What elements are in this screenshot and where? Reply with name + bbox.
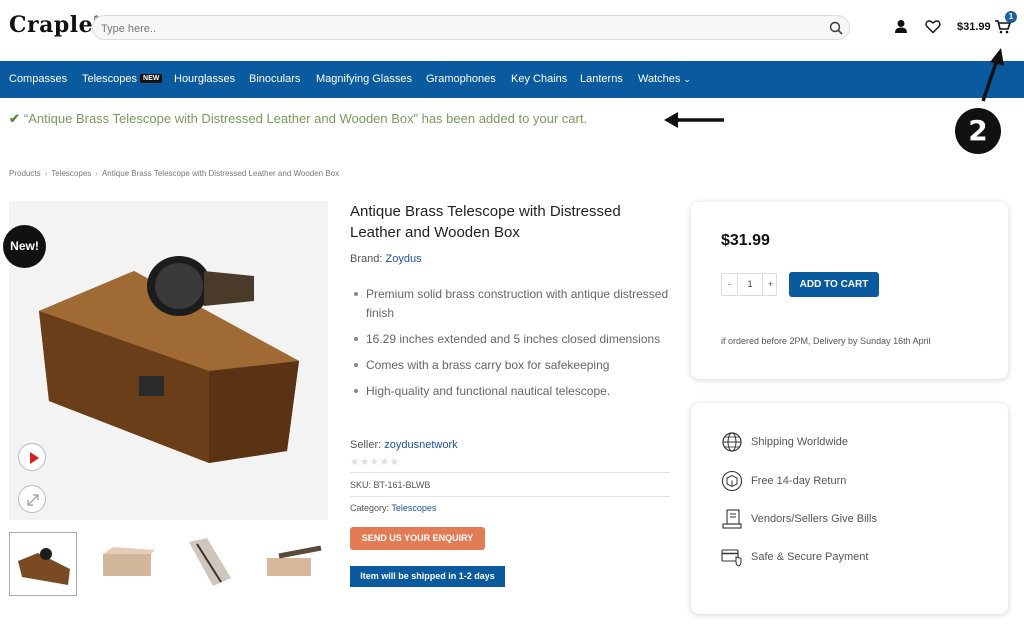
annotation-arrow-left [664, 112, 724, 128]
annotation-arrow-up [981, 48, 1004, 102]
nav-item-key-chains[interactable]: Key Chains [511, 73, 567, 85]
annotation-step-badge: 2 [955, 108, 1001, 154]
new-badge: NEW [140, 74, 163, 83]
product-seller: Seller: zoydusnetwork [350, 439, 458, 451]
product-main-image[interactable] [9, 201, 328, 520]
cart-total[interactable]: $31.99 [957, 21, 991, 33]
search-bar [92, 15, 850, 40]
category-link[interactable]: Telescopes [391, 503, 436, 513]
nav-item-compasses[interactable]: Compasses [9, 73, 67, 85]
breadcrumb-products[interactable]: Products [9, 169, 41, 178]
thumbnail-1[interactable] [9, 532, 77, 596]
return-box-icon [721, 470, 743, 492]
bill-icon [722, 509, 742, 529]
site-logo[interactable]: Craple® [9, 12, 101, 38]
nav-item-hourglasses[interactable]: Hourglasses [174, 73, 235, 85]
qty-input[interactable]: 1 [738, 274, 762, 295]
qty-decrease-button[interactable]: - [722, 274, 738, 295]
nav-item-gramophones[interactable]: Gramophones [426, 73, 496, 85]
add-to-cart-button[interactable]: ADD TO CART [789, 272, 879, 297]
product-title: Antique Brass Telescope with Distressed … [350, 203, 621, 241]
cart-count-badge: 1 [1005, 11, 1017, 23]
play-video-button[interactable] [18, 443, 46, 471]
thumbnail-image [18, 548, 70, 585]
thumbnail-3[interactable] [177, 532, 245, 596]
cart-added-notice: ✔ “Antique Brass Telescope with Distresse… [9, 111, 588, 126]
qty-increase-button[interactable]: + [762, 274, 778, 295]
divider [350, 496, 670, 497]
divider [350, 472, 670, 473]
breadcrumb-current: Antique Brass Telescope with Distressed … [101, 169, 340, 178]
new-product-badge: New! [3, 225, 46, 268]
delivery-estimate: if ordered before 2PM, Delivery by Sunda… [721, 336, 931, 346]
send-enquiry-button[interactable]: SEND US YOUR ENQUIRY [350, 527, 485, 550]
thumbnail-image [189, 538, 231, 586]
main-nav: Compasses Telescopes NEW Hourglasses Bino… [0, 61, 1024, 98]
thumbnail-2[interactable] [93, 532, 161, 596]
secure-card-icon [721, 549, 742, 567]
search-icon[interactable] [829, 21, 843, 35]
product-sku: SKU: BT-161-BLWB [350, 480, 431, 490]
thumbnail-image [103, 547, 155, 576]
product-brand: Brand: Zoydus [350, 253, 422, 265]
shipping-time-badge: Item will be shipped in 1-2 days [350, 566, 505, 587]
thumbnail-image [267, 545, 322, 576]
nav-item-binoculars[interactable]: Binoculars [249, 73, 300, 85]
product-features: Premium solid brass construction with an… [350, 285, 670, 408]
rating-stars[interactable]: ★★★★★ [350, 457, 400, 468]
telescope-box-image [39, 256, 299, 463]
breadcrumb: Products › Telescopes › Antique Brass Telesc… [9, 169, 340, 178]
breadcrumb-telescopes[interactable]: Telescopes [51, 169, 91, 178]
wishlist-heart-icon[interactable] [925, 19, 941, 34]
site-header: Craple® $31.99 1 [0, 0, 1024, 61]
feature-item: Premium solid brass construction with an… [350, 285, 670, 323]
globe-icon [722, 432, 742, 452]
feature-item: 16.29 inches extended and 5 inches close… [350, 330, 670, 349]
thumbnail-4[interactable] [261, 532, 329, 596]
zoom-button[interactable] [18, 485, 46, 513]
nav-item-lanterns[interactable]: Lanterns [580, 73, 623, 85]
feature-item: Comes with a brass carry box for safekee… [350, 356, 670, 375]
chevron-down-icon: ⌄ [683, 74, 691, 84]
search-input[interactable] [101, 20, 801, 37]
feature-item: High-quality and functional nautical tel… [350, 382, 670, 401]
user-icon[interactable] [894, 19, 908, 34]
play-icon [30, 452, 39, 464]
expand-icon [27, 494, 39, 506]
product-category: Category: Telescopes [350, 503, 437, 513]
nav-item-magnifying-glasses[interactable]: Magnifying Glasses [316, 73, 412, 85]
brand-link[interactable]: Zoydus [385, 253, 421, 265]
seller-link[interactable]: zoydusnetwork [384, 439, 457, 451]
checkmark-icon: ✔ [9, 111, 20, 126]
nav-item-watches[interactable]: Watches ⌄ [638, 73, 691, 85]
nav-item-telescopes[interactable]: Telescopes NEW [82, 73, 163, 85]
quantity-stepper: - 1 + [721, 273, 777, 296]
product-price: $31.99 [721, 232, 770, 249]
